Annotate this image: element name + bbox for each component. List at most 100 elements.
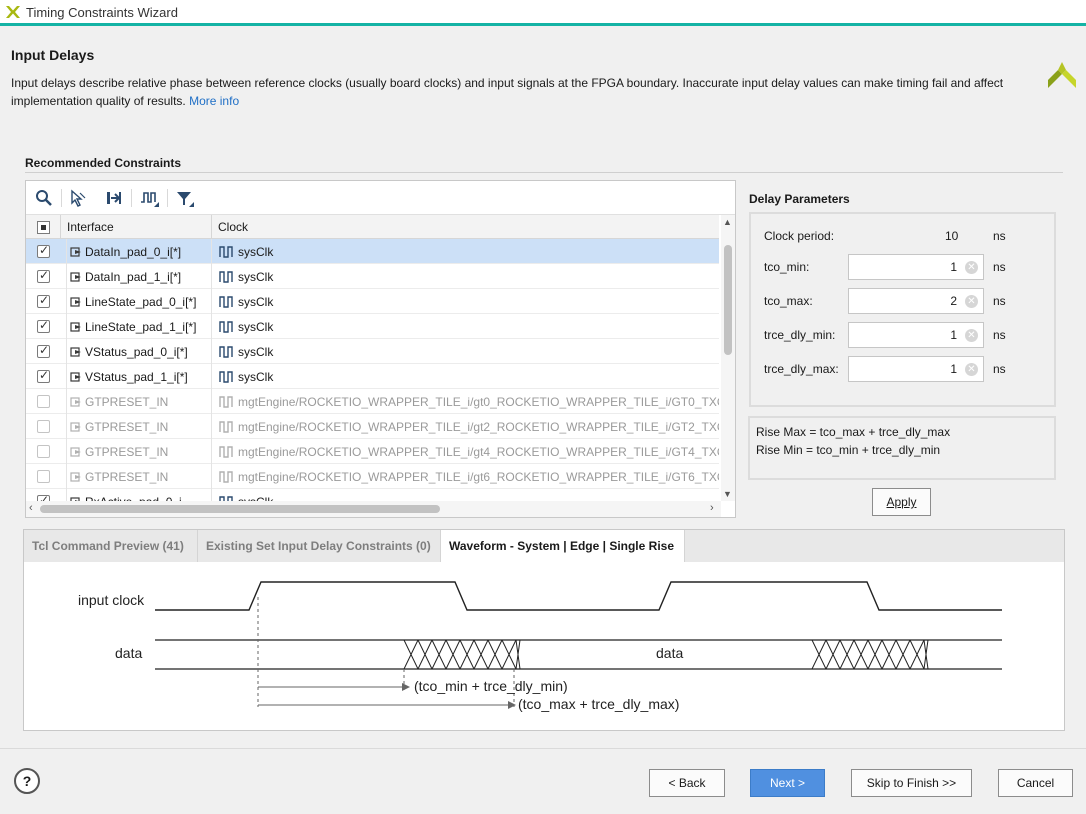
column-divider xyxy=(66,389,67,414)
delay-parameters-title: Delay Parameters xyxy=(749,192,850,206)
row-checkbox[interactable]: ✓ xyxy=(37,268,50,283)
delay-param-input[interactable]: 1 ✕ xyxy=(848,254,984,280)
table-row[interactable]: GTPRESET_IN mgtEngine/ROCKETIO_WRAPPER_TI… xyxy=(26,464,719,489)
table-row[interactable]: ✓ VStatus_pad_0_i[*] sysClk xyxy=(26,339,719,364)
clear-icon[interactable]: ✕ xyxy=(965,261,978,274)
delay-param-label: trce_dly_min: xyxy=(764,328,836,342)
row-checkbox[interactable] xyxy=(37,395,50,408)
footer-divider xyxy=(0,748,1086,749)
clear-icon[interactable]: ✕ xyxy=(965,295,978,308)
clock-icon xyxy=(219,396,233,408)
vertical-scrollbar[interactable]: ▲ ▼ xyxy=(721,215,735,501)
row-checkbox[interactable]: ✓ xyxy=(37,343,50,358)
section-divider xyxy=(25,172,1063,173)
column-divider xyxy=(211,439,212,464)
row-checkbox[interactable]: ✓ xyxy=(37,293,50,308)
row-checkbox[interactable]: ✓ xyxy=(37,318,50,333)
filter-icon[interactable] xyxy=(174,187,196,209)
input-port-icon xyxy=(70,247,81,257)
column-divider xyxy=(66,339,67,364)
row-checkbox[interactable]: ✓ xyxy=(37,368,50,383)
table-row[interactable]: ✓ DataIn_pad_0_i[*] sysClk xyxy=(26,239,719,264)
column-divider xyxy=(66,289,67,314)
scroll-down-icon[interactable]: ▼ xyxy=(723,489,732,499)
scroll-thumb[interactable] xyxy=(40,505,440,513)
table-row[interactable]: ✓ LineState_pad_1_i[*] sysClk xyxy=(26,314,719,339)
table-row[interactable]: ✓RxActive_pad_0_isysClk xyxy=(26,489,719,501)
goto-source-icon[interactable] xyxy=(103,187,125,209)
waveform-diagram: input clock data data (tco_min + trce_dl… xyxy=(78,581,1002,712)
table-header: Interface Clock xyxy=(26,215,719,239)
scroll-left-icon[interactable]: ‹ xyxy=(29,502,33,514)
column-divider xyxy=(66,489,67,501)
select-all-checkbox[interactable] xyxy=(37,221,50,234)
table-row[interactable]: GTPRESET_IN mgtEngine/ROCKETIO_WRAPPER_TI… xyxy=(26,389,719,414)
clock-name: sysClk xyxy=(238,370,274,384)
clock-icon xyxy=(219,446,233,458)
data-transition-region xyxy=(403,639,521,670)
back-button[interactable]: < Back xyxy=(649,769,725,797)
cancel-button[interactable]: Cancel xyxy=(998,769,1073,797)
table-row[interactable]: ✓ LineState_pad_0_i[*] sysClk xyxy=(26,289,719,314)
min-arrowhead xyxy=(402,683,410,691)
scroll-right-icon[interactable]: › xyxy=(710,502,714,514)
delay-param-unit: ns xyxy=(993,328,1006,342)
horizontal-scrollbar[interactable]: ‹ › xyxy=(26,501,721,517)
column-header-clock[interactable]: Clock xyxy=(218,220,248,234)
input-port-icon xyxy=(70,322,81,332)
row-checkbox[interactable] xyxy=(37,420,50,433)
delay-param-value: 1 xyxy=(950,362,957,376)
scroll-thumb[interactable] xyxy=(724,245,732,355)
data-middle-label: data xyxy=(656,645,683,661)
column-divider xyxy=(211,339,212,364)
delay-param-row: tco_min: 1 ✕ ns xyxy=(764,254,1054,280)
delay-param-unit: ns xyxy=(993,294,1006,308)
more-info-link[interactable]: More info xyxy=(189,94,239,108)
column-divider xyxy=(211,239,212,264)
input-port-icon xyxy=(70,372,81,382)
help-button[interactable]: ? xyxy=(14,768,40,794)
clock-period-value: 10 xyxy=(945,229,959,243)
row-checkbox[interactable] xyxy=(37,470,50,483)
clear-icon[interactable]: ✕ xyxy=(965,363,978,376)
toolbar-separator xyxy=(167,189,168,207)
skip-to-finish-button[interactable]: Skip to Finish >> xyxy=(851,769,972,797)
next-button[interactable]: Next > xyxy=(750,769,825,797)
input-port-icon xyxy=(70,422,81,432)
table-row[interactable]: GTPRESET_IN mgtEngine/ROCKETIO_WRAPPER_TI… xyxy=(26,414,719,439)
formula-box: Rise Max = tco_max + trce_dly_max Rise M… xyxy=(748,416,1056,480)
delay-param-input[interactable]: 1 ✕ xyxy=(848,356,984,382)
checkmark-icon: ✓ xyxy=(39,318,50,332)
search-icon[interactable] xyxy=(33,187,55,209)
clock-icon xyxy=(219,321,233,333)
table-row[interactable]: ✓ VStatus_pad_1_i[*] sysClk xyxy=(26,364,719,389)
scroll-up-icon[interactable]: ▲ xyxy=(723,217,732,227)
delay-param-input[interactable]: 2 ✕ xyxy=(848,288,984,314)
delay-parameters-panel: Clock period: 10 ns tco_min: 1 ✕ ns tco_max:… xyxy=(749,212,1056,407)
column-header-interface[interactable]: Interface xyxy=(67,220,114,234)
tab-existing-constraints[interactable]: Existing Set Input Delay Constraints (0) xyxy=(198,530,441,562)
table-row[interactable]: ✓ DataIn_pad_1_i[*] sysClk xyxy=(26,264,719,289)
clock-name: sysClk xyxy=(238,345,274,359)
delay-param-input[interactable]: 1 ✕ xyxy=(848,322,984,348)
max-delay-label: (tco_max + trce_dly_max) xyxy=(518,696,679,712)
delay-param-value: 1 xyxy=(950,328,957,342)
clear-icon[interactable]: ✕ xyxy=(965,329,978,342)
select-icon[interactable] xyxy=(67,187,89,209)
constraints-rows: ✓ DataIn_pad_0_i[*] sysClk ✓ DataIn_pad_1_i[… xyxy=(26,239,719,501)
table-row[interactable]: GTPRESET_IN mgtEngine/ROCKETIO_WRAPPER_TI… xyxy=(26,439,719,464)
delay-param-unit: ns xyxy=(993,362,1006,376)
clock-icon xyxy=(219,271,233,283)
delay-param-row: trce_dly_min: 1 ✕ ns xyxy=(764,322,1054,348)
input-port-icon xyxy=(70,347,81,357)
interface-name: DataIn_pad_1_i[*] xyxy=(85,270,182,284)
row-checkbox[interactable]: ✓ xyxy=(37,243,50,258)
column-divider xyxy=(66,264,67,289)
tab-tcl-preview[interactable]: Tcl Command Preview (41) xyxy=(24,530,198,562)
checkmark-icon: ✓ xyxy=(39,368,50,382)
row-checkbox[interactable] xyxy=(37,445,50,458)
waveform-icon[interactable] xyxy=(139,187,161,209)
tab-waveform[interactable]: Waveform - System | Edge | Single Rise xyxy=(441,530,685,562)
apply-button[interactable]: Apply xyxy=(872,488,931,516)
clock-icon xyxy=(219,296,233,308)
